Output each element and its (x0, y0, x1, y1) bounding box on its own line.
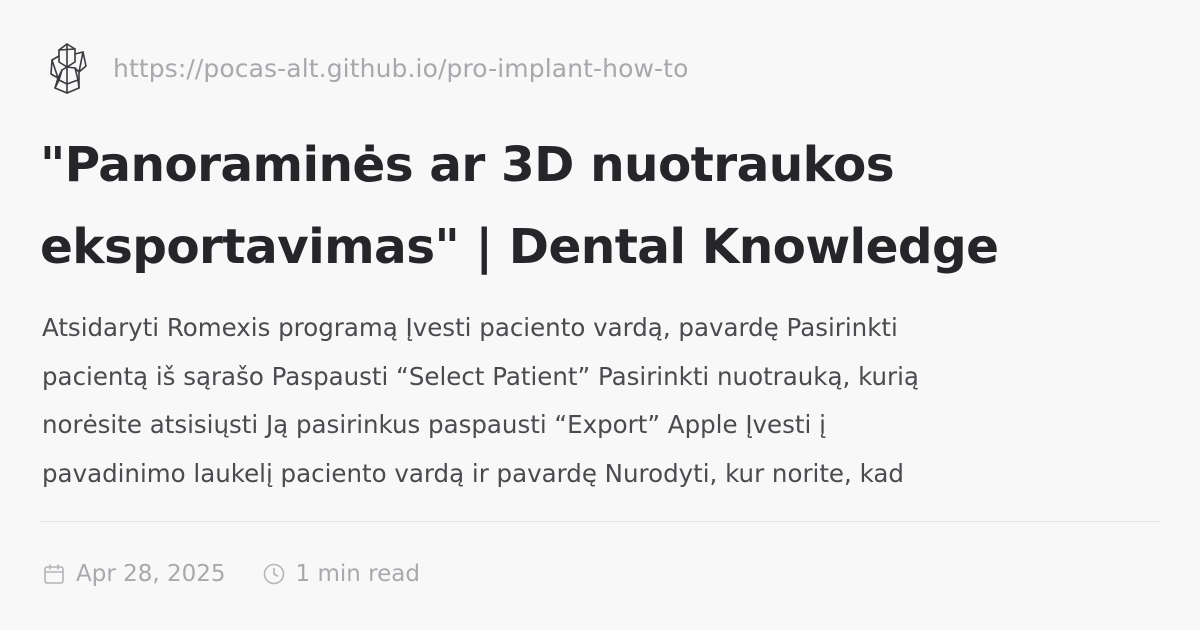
publish-date: Apr 28, 2025 (42, 561, 226, 587)
publish-date-text: Apr 28, 2025 (76, 561, 226, 587)
article-meta: Apr 28, 2025 1 min read (42, 556, 420, 592)
title-line: "Panoraminės ar 3D nuotraukos (40, 137, 895, 193)
description-line: norėsite atsisiųsti Ją pasirinkus paspau… (42, 410, 826, 439)
read-time: 1 min read (262, 561, 420, 587)
og-card: https://pocas-alt.github.io/pro-implant-… (0, 0, 1200, 630)
divider (40, 521, 1160, 522)
crystal-logo-icon (45, 40, 91, 96)
read-time-text: 1 min read (295, 561, 420, 587)
page-title: "Panoraminės ar 3D nuotraukos eksportavi… (40, 124, 1165, 288)
title-line: eksportavimas" | Dental Knowledge (40, 219, 999, 275)
site-header: https://pocas-alt.github.io/pro-implant-… (45, 40, 688, 96)
description-line: pavadinimo laukelį paciento vardą ir pav… (42, 458, 904, 488)
description-line: Atsidaryti Romexis programą Įvesti pacie… (42, 313, 898, 342)
description-line: pacientą iš sąrašo Paspausti “Select Pat… (42, 361, 919, 391)
site-url[interactable]: https://pocas-alt.github.io/pro-implant-… (113, 54, 688, 83)
article-description: Atsidaryti Romexis programą Įvesti pacie… (42, 304, 1162, 492)
calendar-icon (42, 562, 66, 586)
clock-icon (262, 562, 286, 586)
